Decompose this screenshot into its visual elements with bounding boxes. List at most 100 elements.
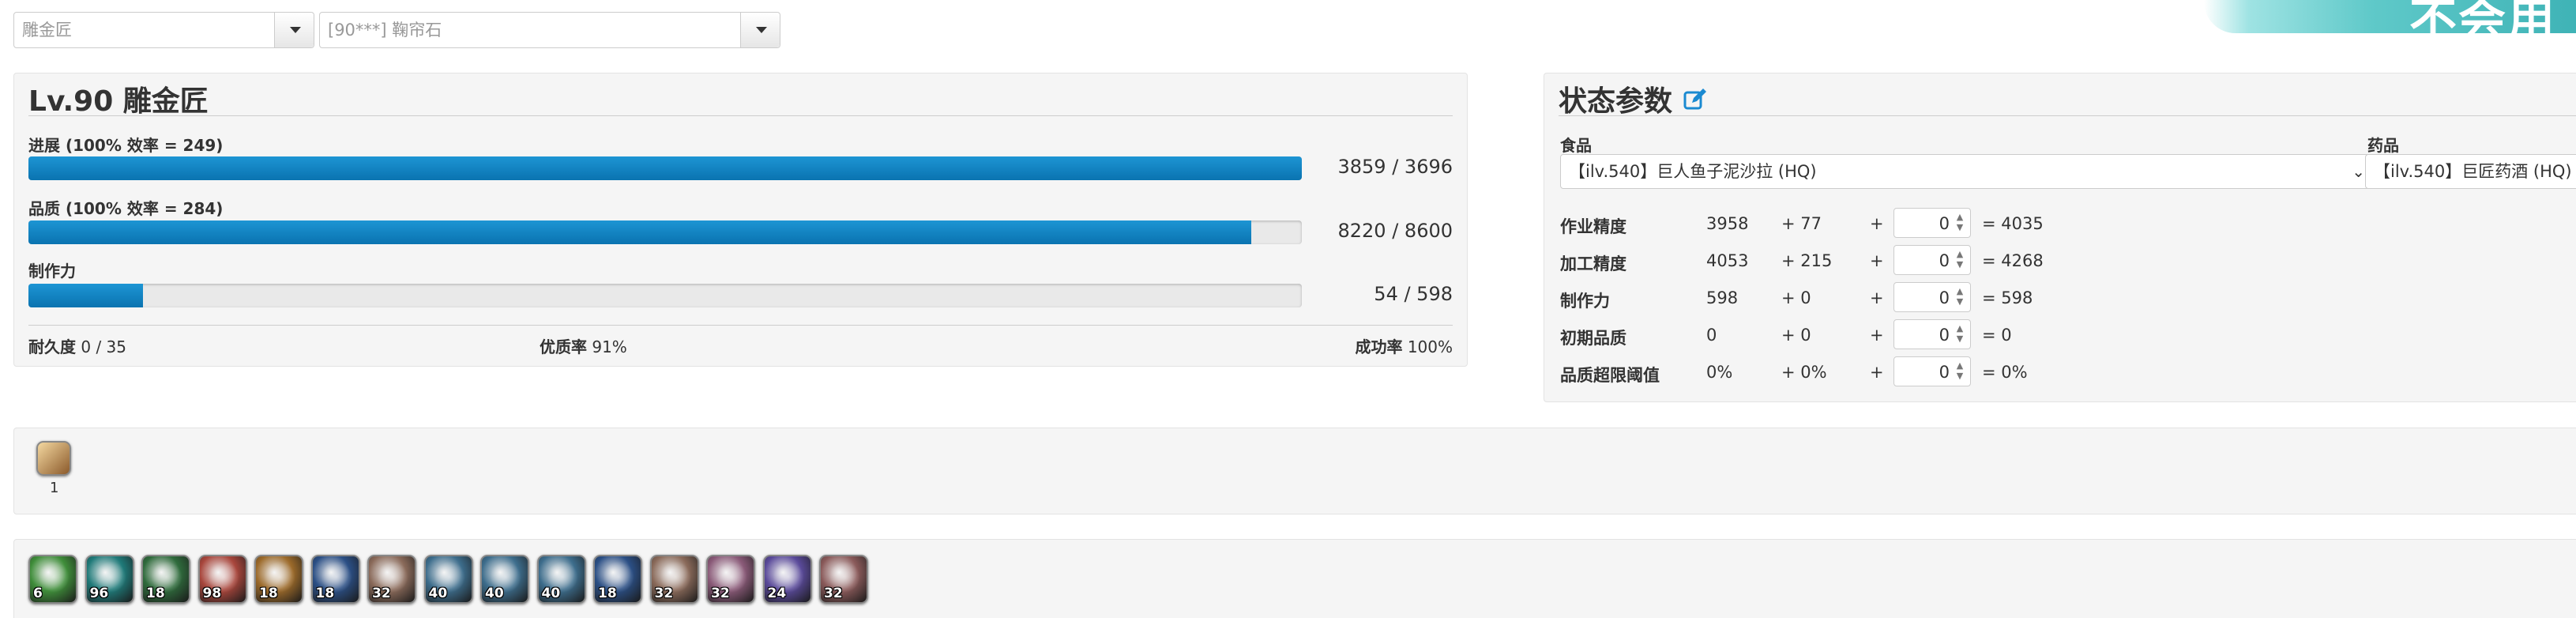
stat-base: 0 [1706,326,1717,345]
food-select-value: 【ilv.540】巨人鱼子泥沙拉 (HQ) [1569,162,1817,181]
success-rate-label: 成功率 [1355,337,1403,356]
stat-row: 品质超限阈值 0% + 0% +0 ▲ ▼ = 0% [1560,356,2113,388]
stat-input-value: 0 [1939,251,1950,270]
manipulation-icon[interactable]: 18 [310,555,360,604]
spinner-icon[interactable]: ▲ ▼ [1953,323,1967,345]
stat-plus: + [1870,363,1884,382]
skill-level: 98 [202,586,222,601]
stat-input[interactable]: 0 ▲ ▼ [1893,282,1971,312]
quality-value: 8220 / 8600 [1337,220,1453,242]
spinner-icon[interactable]: ▲ ▼ [1953,249,1967,271]
chevron-down-icon[interactable] [274,13,314,47]
chevron-down-icon: ⌄ [2352,162,2365,181]
chevron-down-icon[interactable] [740,13,780,47]
recipe-select-value: [90***] 鞠帘石 [328,21,442,40]
basic-synthesis-icon[interactable]: 18 [254,555,303,604]
progress-bar-fill [28,156,1302,180]
buff-count: 1 [50,480,59,496]
advanced-touch-icon[interactable]: 40 [480,555,529,604]
innovation-icon[interactable]: 18 [593,555,642,604]
skill-level: 40 [541,586,561,601]
skill-level: 32 [654,586,674,601]
stat-row: 作业精度 3958 + 77 +0 ▲ ▼ = 4035 [1560,208,2113,239]
edit-icon[interactable] [1683,87,1708,119]
stat-total: = 4035 [1982,214,2044,233]
standard-touch-icon[interactable]: 40 [423,555,473,604]
trained-finesse-icon[interactable]: 24 [762,555,812,604]
stat-name: 加工精度 [1560,254,1626,273]
prudent-touch-icon[interactable]: 40 [536,555,586,604]
divider [1559,115,2576,116]
stat-base: 3958 [1706,214,1749,233]
page-title: Lv.90 雕金匠 [28,85,209,118]
stat-row: 加工精度 4053 + 215 +0 ▲ ▼ = 4268 [1560,245,2113,277]
cp-value: 54 / 598 [1374,283,1453,305]
hq-rate-info: 优质率 91% [540,334,627,357]
muscle-memory-icon[interactable]: 6 [28,555,77,604]
stat-bonus: + 0% [1781,363,1827,382]
skill-level: 6 [33,586,43,601]
job-select[interactable]: 雕金匠 [13,12,314,48]
skill-level: 32 [711,586,730,601]
preparatory-touch-icon[interactable]: 32 [649,555,699,604]
final-appraisal-icon[interactable]: 98 [197,555,247,604]
basic-touch-icon[interactable]: 32 [367,555,416,604]
waste-not-icon[interactable]: 18 [141,555,190,604]
stat-name: 作业精度 [1560,217,1626,236]
buff-panel: 1 [13,428,2576,514]
progress-label: 进展 (100% 效率 = 249) [28,136,224,155]
promo-banner: 不会用修 [2204,0,2576,33]
stat-plus: + [1870,326,1884,345]
stat-plus: + [1870,251,1884,270]
stat-input[interactable]: 0 ▲ ▼ [1893,245,1971,275]
cp-bar-fill [28,284,144,307]
craft-status-panel: Lv.90 雕金匠 进展 (100% 效率 = 249) 3859 / 3696… [13,73,1468,367]
skill-level: 18 [146,586,165,601]
byregot-blessing-icon[interactable]: 32 [819,555,868,604]
stat-name: 品质超限阈值 [1560,366,1660,385]
progress-bar [28,156,1302,180]
status-params-panel: 状态参数 食品 【ilv.540】巨人鱼子泥沙拉 (HQ) ⌄ 药品 【ilv.… [1544,73,2576,402]
hq-rate-value: 91% [592,337,627,356]
skill-level: 32 [372,586,391,601]
stat-total: = 598 [1982,288,2033,307]
stat-input-value: 0 [1939,363,1950,382]
stat-input-value: 0 [1939,326,1950,345]
success-rate-info: 成功率 100% [1355,334,1453,357]
stat-bonus: + 215 [1781,251,1833,270]
quality-label: 品质 (100% 效率 = 284) [28,199,224,218]
crafter-buff-icon[interactable] [36,441,71,476]
stat-row: 制作力 598 + 0 +0 ▲ ▼ = 598 [1560,282,2113,314]
food-select[interactable]: 【ilv.540】巨人鱼子泥沙拉 (HQ) ⌄ [1560,154,2377,189]
quality-bar [28,220,1302,244]
stat-total: = 4268 [1982,251,2044,270]
spinner-icon[interactable]: ▲ ▼ [1953,212,1967,234]
medicine-select[interactable]: 【ilv.540】巨匠药酒 (HQ) [2365,154,2576,189]
stat-name: 制作力 [1560,292,1610,311]
stat-name: 初期品质 [1560,329,1626,348]
stat-input[interactable]: 0 ▲ ▼ [1893,356,1971,386]
progress-value: 3859 / 3696 [1337,156,1453,178]
spinner-icon[interactable]: ▲ ▼ [1953,286,1967,308]
stat-input[interactable]: 0 ▲ ▼ [1893,208,1971,238]
stat-plus: + [1870,288,1884,307]
stat-base: 4053 [1706,251,1749,270]
spinner-icon[interactable]: ▲ ▼ [1953,360,1967,382]
medicine-label: 药品 [2367,136,2399,155]
skill-level: 18 [315,586,335,601]
stat-input[interactable]: 0 ▲ ▼ [1893,319,1971,349]
veneration-icon[interactable]: 96 [85,555,134,604]
great-strides-icon[interactable]: 32 [706,555,755,604]
stat-bonus: + 0 [1781,288,1811,307]
skill-level: 40 [485,586,504,601]
skill-level: 32 [824,586,843,601]
recipe-select[interactable]: [90***] 鞠帘石 [319,12,780,48]
medicine-select-value: 【ilv.540】巨匠药酒 (HQ) [2374,162,2572,181]
stat-row: 初期品质 0 + 0 +0 ▲ ▼ = 0 [1560,319,2113,351]
quality-bar-fill [28,220,1251,244]
stat-bonus: + 0 [1781,326,1811,345]
stat-base: 598 [1706,288,1739,307]
skill-sequence-panel: 6 96 18 98 18 18 32 40 40 40 18 32 32 24 32 [13,539,2576,618]
stat-bonus: + 77 [1781,214,1822,233]
skill-level: 96 [89,586,109,601]
